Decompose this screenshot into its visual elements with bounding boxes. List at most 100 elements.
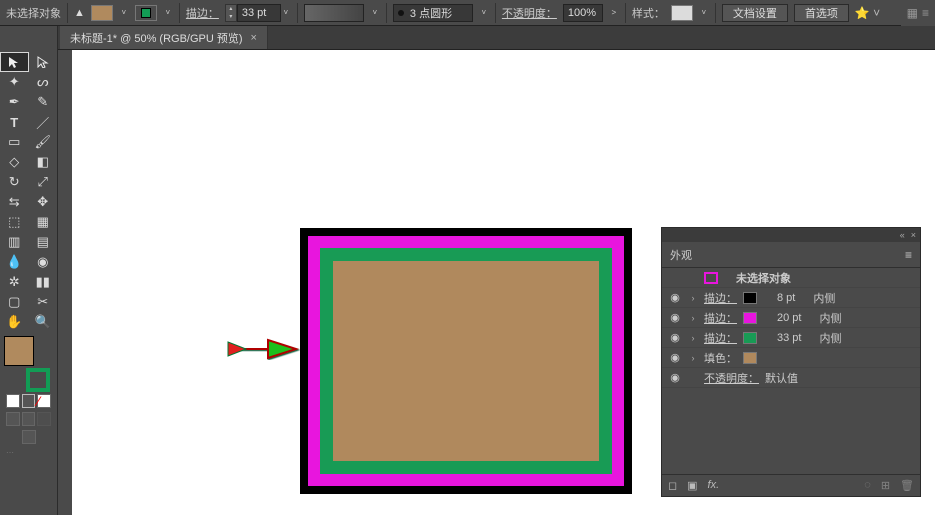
selection-tool[interactable] bbox=[0, 52, 29, 72]
opacity-value[interactable]: 100% bbox=[563, 4, 603, 22]
stroke-row-1[interactable]: ◉ › 描边： 8 pt 内侧 bbox=[662, 288, 920, 308]
color-mode-icon[interactable] bbox=[6, 394, 20, 408]
document-tab[interactable]: 未标题-1* @ 50% (RGB/GPU 预览) × bbox=[60, 26, 268, 49]
stroke-size[interactable]: 33 pt bbox=[777, 332, 801, 344]
line-tool[interactable]: ／ bbox=[29, 112, 58, 132]
slice-tool[interactable]: ✂ bbox=[29, 292, 58, 312]
perspective-tool[interactable]: ▦ bbox=[29, 212, 58, 232]
expand-icon[interactable]: › bbox=[688, 333, 698, 343]
edit-toolbar-icon[interactable]: ⋯ bbox=[6, 448, 14, 457]
fill-swatch[interactable] bbox=[91, 5, 113, 21]
stroke-label[interactable]: 描边： bbox=[186, 5, 219, 21]
stroke-color-swatch[interactable] bbox=[743, 312, 757, 324]
fill-dropdown[interactable]: ˅ bbox=[119, 8, 129, 17]
style-label: 样式： bbox=[632, 5, 665, 21]
stroke-color-swatch[interactable] bbox=[743, 292, 757, 304]
stroke-dropdown[interactable]: ˅ bbox=[163, 8, 173, 17]
add-stroke-icon[interactable]: ▣ bbox=[687, 479, 697, 492]
stroke-size[interactable]: 20 pt bbox=[777, 312, 801, 324]
draw-mode-normal-icon[interactable] bbox=[6, 412, 20, 426]
stroke-color-swatch[interactable] bbox=[743, 332, 757, 344]
stroke-size[interactable]: 8 pt bbox=[777, 292, 795, 304]
width-tool[interactable]: ⇆ bbox=[0, 192, 29, 212]
column-graph-tool[interactable]: ▮▮ bbox=[29, 272, 58, 292]
stroke-row-3[interactable]: ◉ › 描边： 33 pt 内侧 bbox=[662, 328, 920, 348]
rectangle-tool[interactable]: ▭ bbox=[0, 132, 29, 152]
panel-menu-icon[interactable]: ≡ bbox=[905, 248, 912, 262]
stroke-label[interactable]: 描边： bbox=[704, 330, 737, 346]
fill-indicator[interactable] bbox=[4, 336, 34, 366]
visibility-icon[interactable]: ◉ bbox=[668, 351, 682, 365]
document-setup-button[interactable]: 文档设置 bbox=[722, 4, 788, 22]
symbol-sprayer-tool[interactable]: ✲ bbox=[0, 272, 29, 292]
fill-label[interactable]: 填色： bbox=[704, 350, 737, 366]
style-swatch[interactable] bbox=[671, 5, 693, 21]
brush-dropdown[interactable]: ˅ bbox=[479, 8, 489, 17]
collapse-icon[interactable]: « bbox=[900, 230, 905, 240]
stroke-indicator[interactable] bbox=[26, 368, 50, 392]
opacity-label[interactable]: 不透明度： bbox=[502, 5, 557, 21]
artboard-tool[interactable]: ▢ bbox=[0, 292, 29, 312]
free-transform-tool[interactable]: ✥ bbox=[29, 192, 58, 212]
opacity-dropdown[interactable]: > bbox=[609, 8, 619, 17]
scale-tool[interactable]: ⤢ bbox=[29, 172, 58, 192]
list-icon[interactable]: ≡ bbox=[922, 6, 929, 20]
paintbrush-tool[interactable]: 🖌 bbox=[29, 132, 58, 152]
expand-icon[interactable]: › bbox=[688, 353, 698, 363]
width-profile-swatch[interactable] bbox=[304, 4, 364, 22]
shape-builder-tool[interactable]: ⬚ bbox=[0, 212, 29, 232]
add-effect-icon[interactable]: fx. bbox=[708, 479, 720, 492]
visibility-icon[interactable]: ◉ bbox=[668, 311, 682, 325]
stroke-swatch[interactable] bbox=[135, 5, 157, 21]
preferences-button[interactable]: 首选项 bbox=[794, 4, 849, 22]
close-panel-icon[interactable]: × bbox=[911, 230, 916, 240]
trash-icon[interactable]: 🗑 bbox=[900, 479, 914, 492]
magic-wand-tool[interactable]: ✦ bbox=[0, 72, 29, 92]
draw-mode-behind-icon[interactable] bbox=[22, 412, 36, 426]
visibility-icon[interactable]: ◉ bbox=[668, 291, 682, 305]
duplicate-icon[interactable]: ⊞ bbox=[881, 479, 890, 492]
direct-selection-tool[interactable] bbox=[29, 52, 58, 72]
hand-tool[interactable]: ✋ bbox=[0, 312, 29, 332]
close-tab-icon[interactable]: × bbox=[251, 32, 257, 44]
stroke-row-2[interactable]: ◉ › 描边： 20 pt 内侧 bbox=[662, 308, 920, 328]
type-tool[interactable]: T bbox=[0, 112, 29, 132]
clear-appearance-icon[interactable]: ◌ bbox=[864, 479, 871, 492]
fill-stroke-control[interactable] bbox=[0, 332, 57, 370]
stroke-weight-combo[interactable]: ▴▾ 33 pt ˅ bbox=[225, 4, 291, 22]
artwork-rectangle[interactable] bbox=[300, 228, 632, 494]
zoom-tool[interactable]: 🔍 bbox=[29, 312, 58, 332]
selection-status: 未选择对象 bbox=[6, 5, 61, 21]
gradient-tool[interactable]: ▤ bbox=[29, 232, 58, 252]
blend-tool[interactable]: ◉ bbox=[29, 252, 58, 272]
visibility-icon[interactable]: ◉ bbox=[668, 371, 682, 385]
expand-icon[interactable]: › bbox=[688, 313, 698, 323]
rotate-tool[interactable]: ↻ bbox=[0, 172, 29, 192]
eraser-tool[interactable]: ◧ bbox=[29, 152, 58, 172]
draw-mode-inside-icon[interactable] bbox=[37, 412, 51, 426]
stroke-label[interactable]: 描边： bbox=[704, 310, 737, 326]
fill-color-swatch[interactable] bbox=[743, 352, 757, 364]
gradient-mode-icon[interactable] bbox=[22, 394, 36, 408]
expand-icon[interactable]: › bbox=[688, 293, 698, 303]
grid-icon[interactable]: ▦ bbox=[907, 6, 918, 20]
no-selection-icon[interactable]: ◻ bbox=[668, 479, 677, 492]
object-row[interactable]: 未选择对象 bbox=[662, 268, 920, 288]
width-profile-dropdown[interactable]: ˅ bbox=[370, 8, 380, 17]
curvature-tool[interactable]: ✎ bbox=[29, 92, 58, 112]
brush-combo[interactable]: 3 点圆形 bbox=[393, 4, 473, 22]
visibility-icon[interactable]: ◉ bbox=[668, 331, 682, 345]
opacity-row[interactable]: ◉ 不透明度： 默认值 bbox=[662, 368, 920, 388]
none-mode-icon[interactable]: ⁄ bbox=[37, 394, 51, 408]
opacity-label[interactable]: 不透明度： bbox=[704, 370, 759, 386]
screen-mode-icon[interactable] bbox=[22, 430, 36, 444]
fill-row[interactable]: ◉ › 填色： bbox=[662, 348, 920, 368]
stroke-label[interactable]: 描边： bbox=[704, 290, 737, 306]
shaper-tool[interactable]: ◇ bbox=[0, 152, 29, 172]
lasso-tool[interactable]: ᔕ bbox=[29, 72, 58, 92]
mesh-tool[interactable]: ▥ bbox=[0, 232, 29, 252]
style-dropdown[interactable]: ˅ bbox=[699, 8, 709, 17]
pin-icon[interactable]: ⭐ ˅ bbox=[855, 6, 880, 20]
eyedropper-tool[interactable]: 💧 bbox=[0, 252, 29, 272]
pen-tool[interactable]: ✒ bbox=[0, 92, 29, 112]
